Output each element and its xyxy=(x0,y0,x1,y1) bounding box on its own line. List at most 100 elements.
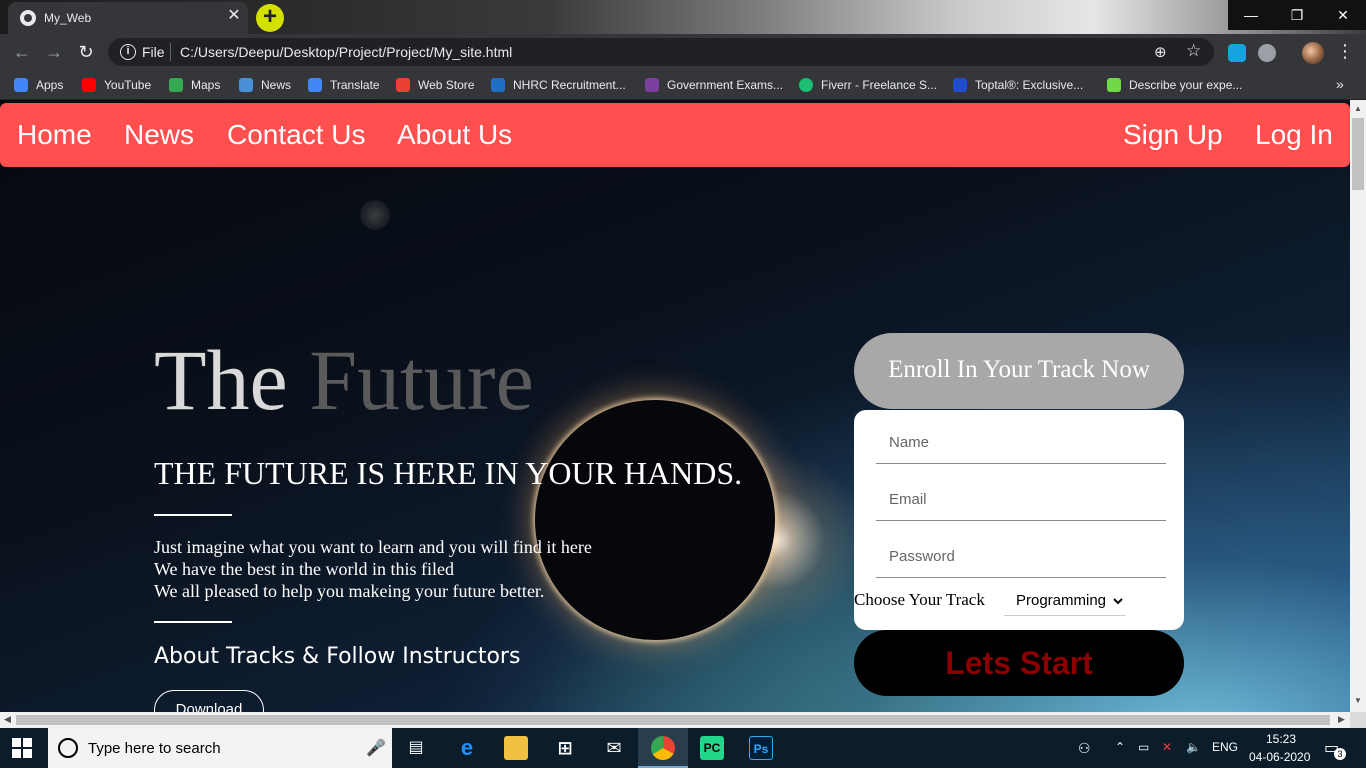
track-select[interactable]: Programming xyxy=(1004,586,1126,616)
hero-title: The Future xyxy=(154,330,534,430)
clock-date[interactable]: 04-06-2020 xyxy=(1249,750,1310,764)
browser-tab-strip: My_Web ✕ + — ❐ ✕ xyxy=(0,0,1366,34)
bookmark-apps[interactable]: Apps xyxy=(14,77,63,93)
web-store-icon xyxy=(396,78,410,92)
edge-icon[interactable]: e xyxy=(455,736,479,760)
nav-signup-link[interactable]: Sign Up xyxy=(1123,119,1223,151)
browser-toolbar: ← → ↻ i File C:/Users/Deepu/Desktop/Proj… xyxy=(0,34,1366,70)
hero-divider xyxy=(154,514,232,516)
nav-about-link[interactable]: About Us xyxy=(397,119,512,151)
bookmark-youtube[interactable]: YouTube xyxy=(82,77,151,93)
lets-start-button[interactable]: Lets Start xyxy=(854,630,1184,696)
download-button[interactable]: Download xyxy=(154,690,264,712)
start-tile xyxy=(12,749,21,758)
maps-icon xyxy=(169,78,183,92)
chrome-taskbar-button[interactable] xyxy=(638,728,688,768)
window-restore-button[interactable]: ❐ xyxy=(1274,0,1320,30)
scroll-up-icon[interactable]: ▲ xyxy=(1350,104,1366,116)
bookmark-gov-exams[interactable]: Government Exams... xyxy=(645,77,783,93)
apps-grid-icon xyxy=(14,78,28,92)
eclipse-image xyxy=(535,400,775,640)
reload-icon[interactable]: ↻ xyxy=(76,42,96,62)
enroll-form: Choose Your Track Programming xyxy=(854,410,1184,630)
bookmark-web-store[interactable]: Web Store xyxy=(396,77,474,93)
email-field[interactable] xyxy=(876,479,1166,521)
info-icon[interactable]: i xyxy=(120,44,136,60)
taskbar-search-box[interactable]: Type here to search 🎤 xyxy=(48,728,392,768)
tab-close-icon[interactable]: ✕ xyxy=(226,8,242,24)
extension-icon[interactable] xyxy=(1228,44,1246,62)
scroll-corner xyxy=(1350,712,1366,728)
zoom-icon[interactable]: ⊕ xyxy=(1154,43,1167,61)
window-close-button[interactable]: ✕ xyxy=(1320,0,1366,30)
extension-icon[interactable] xyxy=(1258,44,1276,62)
name-field[interactable] xyxy=(876,422,1166,464)
photoshop-icon[interactable]: Ps xyxy=(749,736,773,760)
browser-tab-active[interactable]: My_Web ✕ xyxy=(8,2,248,34)
horizontal-scroll-thumb[interactable] xyxy=(16,715,1330,725)
windows-start-icon[interactable] xyxy=(12,738,32,758)
tracks-heading: About Tracks & Follow Instructors xyxy=(154,644,521,669)
vertical-scrollbar[interactable]: ▲ ▼ xyxy=(1350,100,1366,712)
background-planet xyxy=(360,200,390,230)
address-bar[interactable]: i File C:/Users/Deepu/Desktop/Project/Pr… xyxy=(108,38,1214,66)
window-minimize-button[interactable]: — xyxy=(1228,0,1274,30)
battery-icon[interactable]: ▭ xyxy=(1138,740,1149,754)
hero-title-the: The xyxy=(154,332,288,428)
clock-time[interactable]: 15:23 xyxy=(1266,732,1296,746)
hero-title-future: Future xyxy=(309,332,534,428)
password-field[interactable] xyxy=(876,536,1166,578)
hero-text-line: We all pleased to help you makeing your … xyxy=(154,581,545,601)
taskbar-search-placeholder: Type here to search xyxy=(88,740,221,757)
nav-login-link[interactable]: Log In xyxy=(1255,119,1333,151)
bookmark-toptal[interactable]: Toptal®: Exclusive... xyxy=(953,77,1083,93)
file-explorer-icon[interactable] xyxy=(504,736,528,760)
bookmark-star-icon[interactable]: ☆ xyxy=(1186,41,1201,61)
microphone-icon[interactable]: 🎤 xyxy=(366,738,386,758)
nav-contact-link[interactable]: Contact Us xyxy=(227,119,366,151)
nav-news-link[interactable]: News xyxy=(124,119,194,151)
start-tile xyxy=(12,738,21,747)
bookmark-nhrc[interactable]: NHRC Recruitment... xyxy=(491,77,626,93)
hero-subtitle: THE FUTURE IS HERE IN YOUR HANDS. xyxy=(154,455,743,491)
enroll-heading: Enroll In Your Track Now xyxy=(854,333,1184,409)
scroll-right-icon[interactable]: ▶ xyxy=(1338,714,1345,725)
volume-icon[interactable]: 🔈 xyxy=(1186,740,1201,754)
store-icon[interactable]: ⊞ xyxy=(553,736,577,760)
start-tile xyxy=(23,738,32,747)
people-icon[interactable]: ⚇ xyxy=(1078,740,1091,757)
pycharm-icon[interactable]: PC xyxy=(700,736,724,760)
bookmark-maps[interactable]: Maps xyxy=(169,77,220,93)
nav-home-link[interactable]: Home xyxy=(17,119,92,151)
notification-count-badge: 3 xyxy=(1334,748,1346,760)
bookmark-news[interactable]: News xyxy=(239,77,291,93)
network-icon[interactable]: ✕ xyxy=(1162,740,1172,754)
toptal-icon xyxy=(953,78,967,92)
scroll-down-icon[interactable]: ▼ xyxy=(1350,696,1366,708)
language-indicator[interactable]: ENG xyxy=(1212,740,1238,754)
address-scheme: File xyxy=(142,44,165,60)
vertical-scroll-thumb[interactable] xyxy=(1352,118,1364,190)
hero-text-line: We have the best in the world in this fi… xyxy=(154,559,454,579)
forward-arrow-icon[interactable]: → xyxy=(44,42,64,62)
track-label: Choose Your Track xyxy=(854,590,985,609)
address-url[interactable]: C:/Users/Deepu/Desktop/Project/Project/M… xyxy=(180,44,512,60)
back-arrow-icon[interactable]: ← xyxy=(12,42,32,62)
bookmark-translate[interactable]: Translate xyxy=(308,77,380,93)
bookmarks-bar: Apps YouTube Maps News Translate Web Sto… xyxy=(0,70,1366,100)
mail-icon[interactable]: ✉ xyxy=(602,736,626,760)
upwork-icon xyxy=(1107,78,1121,92)
profile-avatar-icon[interactable] xyxy=(1302,42,1324,64)
tray-chevron-icon[interactable]: ⌃ xyxy=(1115,740,1125,754)
chrome-icon xyxy=(651,736,675,760)
bookmark-fiverr[interactable]: Fiverr - Freelance S... xyxy=(799,77,937,93)
bookmarks-overflow-icon[interactable]: » xyxy=(1336,76,1344,92)
tab-title: My_Web xyxy=(44,11,92,25)
horizontal-scrollbar[interactable]: ◀ ▶ xyxy=(0,712,1350,728)
scroll-left-icon[interactable]: ◀ xyxy=(4,714,11,725)
bookmark-upwork[interactable]: Describe your expe... xyxy=(1107,77,1242,93)
kebab-menu-icon[interactable]: ⋮ xyxy=(1336,42,1354,62)
task-view-icon[interactable]: ▤ xyxy=(404,736,428,760)
new-tab-button[interactable]: + xyxy=(256,4,284,32)
gov-exams-icon xyxy=(645,78,659,92)
